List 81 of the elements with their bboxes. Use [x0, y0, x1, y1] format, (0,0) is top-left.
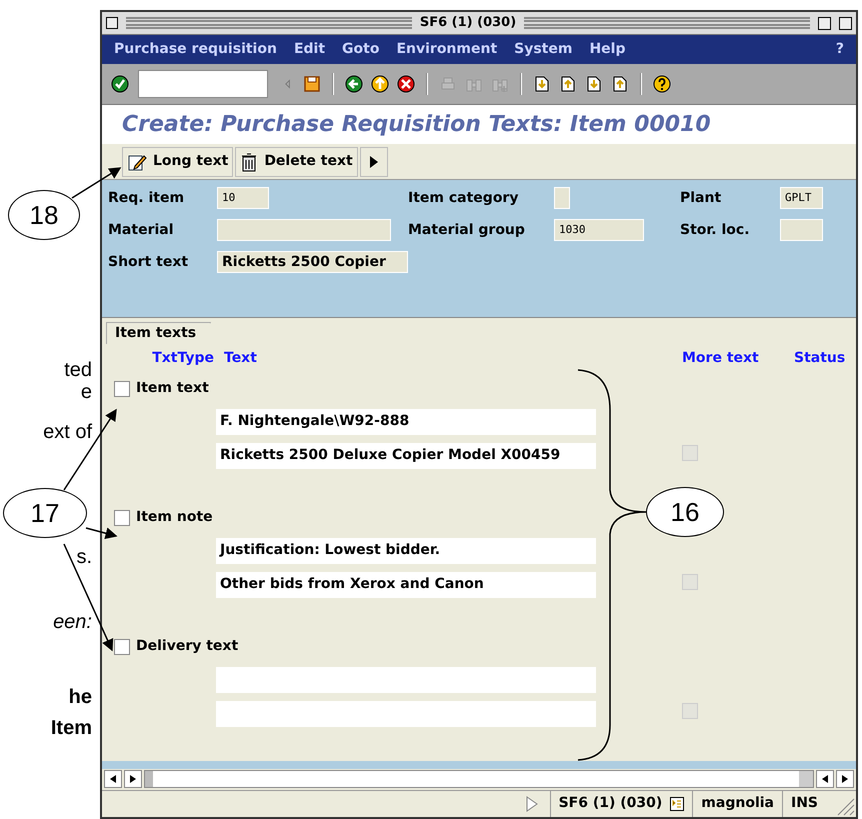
field-label: Plant — [680, 188, 722, 208]
column-header: More text — [682, 349, 760, 368]
menu-item[interactable]: Purchase requisition — [114, 39, 277, 60]
leader-line — [86, 527, 118, 540]
page-text: Item — [50, 716, 92, 740]
callout-bubble: 17 — [3, 488, 87, 538]
triangle-right-icon[interactable] — [526, 796, 538, 812]
scroll-thumb[interactable] — [145, 771, 153, 788]
scroll-left-button[interactable] — [104, 770, 122, 788]
collapse-box-icon[interactable] — [839, 16, 852, 30]
scroll-right-button[interactable] — [836, 770, 854, 788]
save-icon[interactable] — [302, 74, 322, 94]
menu-item[interactable]: Help — [589, 39, 626, 60]
column-header: Status — [794, 349, 846, 368]
tab[interactable]: Item texts — [106, 322, 212, 344]
checkbox[interactable] — [114, 510, 130, 526]
triangle-left-icon — [110, 775, 116, 784]
scroll-right-button[interactable] — [124, 770, 142, 788]
status-server: magnolia — [692, 790, 782, 817]
command-field[interactable] — [138, 70, 268, 98]
more-text-checkbox[interactable] — [682, 702, 698, 719]
menu-item[interactable]: Edit — [294, 39, 326, 60]
menu-item[interactable]: ? — [836, 39, 844, 60]
exit-icon[interactable] — [370, 74, 390, 94]
field-label: Stor. loc. — [680, 220, 751, 240]
close-box-icon[interactable] — [106, 17, 118, 30]
input-field[interactable] — [780, 219, 823, 242]
page-text: een: — [53, 610, 92, 634]
text-type-label: Item note — [136, 508, 213, 528]
page-text: e — [80, 380, 92, 404]
input-field[interactable]: 1030 — [554, 219, 644, 242]
input-field[interactable]: 10 — [217, 187, 269, 210]
text-line-field[interactable]: F. Nightengale\W92-888 — [216, 408, 596, 435]
window-title: SF6 (1) (030) — [420, 14, 516, 32]
triangle-left-icon — [822, 775, 828, 784]
page-text: he — [68, 685, 92, 709]
page-title: Create: Purchase Requisition Texts: Item 00010 — [122, 110, 711, 139]
text-line-field[interactable] — [216, 700, 596, 727]
field-label: Material — [108, 220, 175, 240]
text-line-field[interactable]: Other bids from Xerox and Canon — [216, 572, 596, 598]
list-icon[interactable] — [670, 796, 684, 811]
page-text: ted — [64, 358, 92, 382]
enter-icon[interactable] — [110, 74, 130, 94]
text-line-field[interactable] — [216, 666, 596, 693]
back-icon[interactable] — [344, 74, 364, 94]
input-field[interactable] — [217, 219, 391, 242]
trash-icon — [240, 152, 258, 172]
text-line-field[interactable]: Justification: Lowest bidder. — [216, 538, 596, 564]
toolbar-button[interactable]: Delete text — [235, 146, 358, 176]
field-label: Req. item — [108, 188, 186, 208]
checkbox[interactable] — [114, 380, 130, 397]
text-type-label: Item text — [136, 379, 209, 398]
field-label: Material group — [408, 220, 526, 240]
triangle-right-icon — [842, 775, 848, 784]
callout-bubble: 18 — [8, 190, 80, 240]
menu-item[interactable]: Environment — [396, 39, 498, 60]
toolbar-button[interactable]: Long text — [122, 146, 234, 176]
field-label: Item category — [408, 188, 520, 208]
scroll-left-button[interactable] — [816, 770, 834, 788]
text-type-label: Delivery text — [136, 637, 238, 656]
cancel-icon[interactable] — [396, 74, 416, 94]
page-text: ext of — [43, 420, 92, 444]
menu-item[interactable]: System — [514, 39, 572, 60]
triangle-right-icon — [130, 775, 136, 784]
zoom-box-icon[interactable] — [818, 16, 832, 30]
checkbox[interactable] — [114, 638, 130, 655]
more-button[interactable] — [360, 146, 388, 176]
input-field[interactable] — [554, 187, 570, 210]
text-line-field[interactable]: Ricketts 2500 Deluxe Copier Model X00459 — [216, 442, 596, 469]
column-header: TxtType — [151, 349, 215, 368]
field-label: Short text — [108, 252, 190, 272]
input-field[interactable]: Ricketts 2500 Copier — [217, 251, 408, 274]
help-icon[interactable] — [652, 74, 672, 94]
page-text: s. — [76, 545, 92, 569]
column-header: Text — [224, 349, 258, 368]
menu-item[interactable]: Goto — [342, 39, 380, 60]
status-mode: INS — [782, 790, 826, 817]
more-text-checkbox[interactable] — [682, 444, 698, 461]
input-field[interactable]: GPLT — [780, 187, 823, 210]
triangle-right-icon — [368, 154, 379, 168]
more-text-checkbox[interactable] — [682, 574, 698, 590]
